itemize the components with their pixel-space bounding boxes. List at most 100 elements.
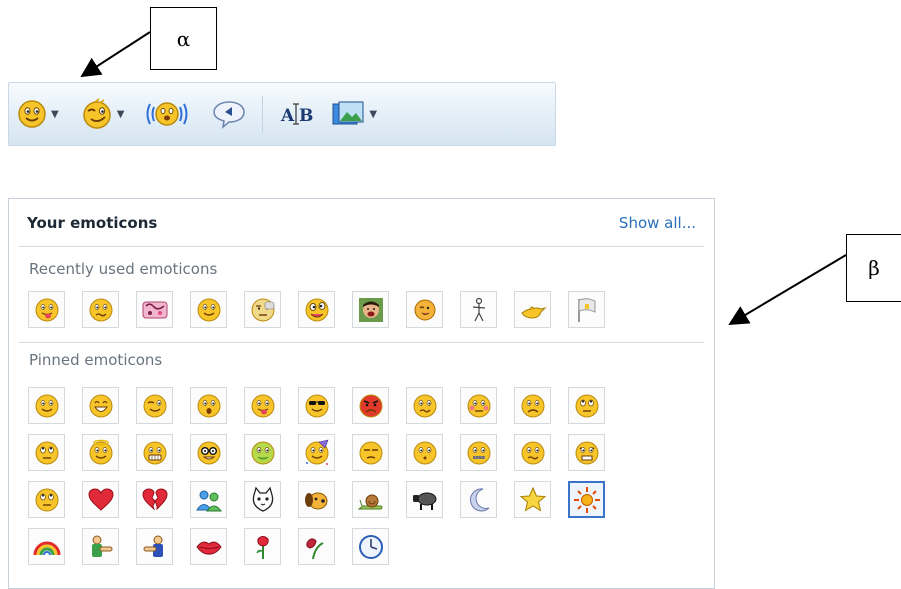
dog-icon — [304, 492, 327, 509]
eye-roll-icon — [575, 394, 598, 417]
emoticon-eye-roll[interactable] — [568, 387, 605, 424]
emoticon-red-rose[interactable] — [244, 528, 281, 565]
emoticon-star[interactable] — [514, 481, 551, 518]
font-button[interactable]: A B — [279, 92, 317, 136]
emoticon-photo-face[interactable] — [352, 291, 389, 328]
chevron-down-icon[interactable]: ▼ — [51, 109, 59, 120]
chat-toolbar: ▼ ▼ A B ▼ — [8, 82, 556, 146]
emoticon-secret[interactable] — [406, 434, 443, 471]
surprised-icon — [197, 394, 220, 417]
emoticon-nerd[interactable] — [190, 434, 227, 471]
confused-2-icon — [521, 441, 544, 464]
baring-teeth-icon — [575, 441, 598, 464]
broken-heart-icon — [141, 487, 168, 511]
emoticon-sun[interactable] — [568, 481, 605, 518]
chevron-down-icon[interactable]: ▼ — [117, 109, 125, 120]
embarrassed-icon — [467, 394, 490, 417]
cat-icon — [252, 486, 273, 512]
emoticon-sheep[interactable] — [406, 481, 443, 518]
eye-roll-icon — [35, 488, 58, 511]
show-all-link[interactable]: Show all... — [619, 214, 696, 232]
emoticon-smile[interactable] — [28, 387, 65, 424]
emoticon-rainbow[interactable] — [28, 528, 65, 565]
moon-icon — [469, 487, 489, 511]
party-icon — [305, 439, 328, 465]
emoticon-thinking[interactable] — [244, 291, 281, 328]
star-icon — [519, 486, 546, 512]
open-mouth-smile-icon — [89, 394, 112, 417]
emoticon-tongue-out[interactable] — [28, 291, 65, 328]
emoticon-confused[interactable] — [82, 291, 119, 328]
wink-icon — [143, 394, 166, 417]
emoticon-tongue-out[interactable] — [244, 387, 281, 424]
emoticon-girl-hug[interactable] — [136, 528, 173, 565]
emoticon-angry[interactable] — [352, 387, 389, 424]
wink-ball-icon — [414, 299, 435, 320]
party-animal-icon — [142, 301, 167, 318]
emoticon-sad[interactable] — [514, 387, 551, 424]
callout-beta: β — [846, 234, 901, 302]
nudge-icon — [146, 102, 188, 126]
emoticon-eye-roll[interactable] — [28, 481, 65, 518]
emoticon-baring-teeth[interactable] — [568, 434, 605, 471]
emoticon-eye-roll[interactable] — [28, 434, 65, 471]
emoticon-sarcastic[interactable] — [352, 434, 389, 471]
winks-button[interactable]: ▼ — [81, 92, 125, 136]
emoticon-panel: Your emoticons Show all... Recently used… — [8, 198, 715, 589]
chevron-down-icon[interactable]: ▼ — [369, 109, 377, 120]
emoticon-red-heart[interactable] — [82, 481, 119, 518]
zipped-lips-icon — [467, 441, 490, 464]
emoticon-zipped-lips[interactable] — [460, 434, 497, 471]
photo-face-icon — [358, 297, 383, 322]
alpha-arrow — [80, 31, 151, 78]
emoticon-sick[interactable] — [244, 434, 281, 471]
cool-sunglasses-icon — [305, 394, 328, 417]
sun-icon — [573, 486, 600, 513]
red-heart-icon — [87, 487, 114, 511]
emoticon-cat[interactable] — [244, 481, 281, 518]
nudge-button[interactable] — [144, 92, 190, 136]
confused-icon — [413, 394, 436, 417]
emoticon-genie-lamp[interactable] — [514, 291, 551, 328]
emoticon-smile[interactable] — [190, 291, 227, 328]
emoticon-wink[interactable] — [136, 387, 173, 424]
emoticon-grimace[interactable] — [136, 434, 173, 471]
emoticon-wink-ball[interactable] — [406, 291, 443, 328]
emoticon-dog[interactable] — [298, 481, 335, 518]
emoticon-buddies[interactable] — [190, 481, 227, 518]
emoticon-open-mouth-smile[interactable] — [82, 387, 119, 424]
tongue-out-icon — [35, 298, 58, 321]
voice-clip-button[interactable] — [212, 92, 246, 136]
emoticon-cool-sunglasses[interactable] — [298, 387, 335, 424]
snail-icon — [357, 494, 382, 509]
picture-icon — [332, 101, 364, 125]
emoticon-crazy-face[interactable] — [298, 291, 335, 328]
nerd-icon — [197, 441, 220, 464]
emoticon-confused[interactable] — [406, 387, 443, 424]
emoticon-surprised[interactable] — [190, 387, 227, 424]
recent-label: Recently used emoticons — [29, 260, 218, 278]
emoticon-flag[interactable] — [568, 291, 605, 328]
emoticon-party-animal[interactable] — [136, 291, 173, 328]
emoticon-stick-figure[interactable] — [460, 291, 497, 328]
emoticon-embarrassed[interactable] — [460, 387, 497, 424]
emoticon-party[interactable] — [298, 434, 335, 471]
emoticon-red-lips[interactable] — [190, 528, 227, 565]
beta-arrow — [728, 254, 847, 326]
emoticon-clock[interactable] — [352, 528, 389, 565]
confused-icon — [89, 298, 112, 321]
smile-icon — [197, 298, 220, 321]
emoticon-wilted-rose[interactable] — [298, 528, 335, 565]
background-button[interactable]: ▼ — [331, 92, 377, 136]
emoticon-confused-2[interactable] — [514, 434, 551, 471]
emoticon-moon[interactable] — [460, 481, 497, 518]
emoticon-snail[interactable] — [352, 481, 389, 518]
emoticon-boy-hug[interactable] — [82, 528, 119, 565]
emoticon-broken-heart[interactable] — [136, 481, 173, 518]
font-icon: A B — [280, 103, 314, 126]
stick-figure-icon — [472, 297, 485, 321]
eye-roll-icon — [35, 441, 58, 464]
angel-icon — [89, 439, 112, 464]
emoticon-button[interactable]: ▼ — [17, 92, 59, 136]
emoticon-angel[interactable] — [82, 434, 119, 471]
